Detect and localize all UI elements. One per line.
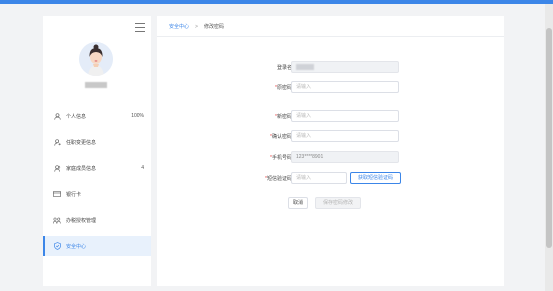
old-password-row: *原密码 bbox=[157, 81, 504, 93]
sidebar-nav: 个人信息 100% 任职变更信息 家庭成员信息 4 银行卡 办税授权管理 安全中… bbox=[43, 106, 151, 262]
sidebar-item-label: 安全中心 bbox=[66, 243, 87, 250]
new-password-row: *新密码 bbox=[157, 110, 504, 122]
sidebar-item-family[interactable]: 家庭成员信息 4 bbox=[43, 158, 151, 178]
completion-count: 100% bbox=[131, 113, 144, 119]
phone-row: *手机号码 123****8901 bbox=[157, 151, 504, 163]
old-password-label: *原密码 bbox=[275, 85, 292, 91]
authorization-icon bbox=[53, 217, 61, 224]
get-sms-code-button[interactable]: 获取短信验证码 bbox=[350, 172, 401, 184]
sidebar-item-label: 办税授权管理 bbox=[66, 217, 97, 224]
sidebar-item-security-center[interactable]: 安全中心 bbox=[43, 236, 151, 256]
sms-code-row: *短信验证码 获取短信验证码 bbox=[157, 172, 504, 184]
breadcrumb-security-center-link[interactable]: 安全中心 bbox=[169, 23, 189, 30]
sms-code-input[interactable] bbox=[291, 172, 347, 184]
new-password-input[interactable] bbox=[291, 110, 399, 122]
sidebar-item-label: 银行卡 bbox=[66, 191, 82, 198]
login-name-label: 登录名 bbox=[276, 65, 292, 71]
old-password-input[interactable] bbox=[291, 81, 399, 93]
breadcrumb-current: 修改密码 bbox=[203, 24, 224, 30]
sidebar-item-label: 个人信息 bbox=[66, 113, 87, 120]
login-name-field bbox=[291, 61, 399, 73]
breadcrumb: 安全中心 > 修改密码 bbox=[169, 23, 224, 31]
save-password-button[interactable]: 保存密码修改 bbox=[315, 197, 361, 209]
sms-code-label: *短信验证码 bbox=[265, 176, 292, 182]
shield-icon bbox=[53, 242, 61, 250]
new-password-label: *新密码 bbox=[275, 114, 292, 120]
confirm-password-input[interactable] bbox=[291, 130, 399, 142]
main-panel: 安全中心 > 修改密码 登录名 *原密码 *新密码 *确认密码 *手机号码 12… bbox=[157, 16, 504, 286]
user-icon bbox=[53, 112, 61, 120]
bank-card-icon bbox=[53, 191, 61, 197]
sidebar-item-job-change[interactable]: 任职变更信息 bbox=[43, 132, 151, 152]
family-count: 4 bbox=[141, 165, 144, 171]
confirm-password-row: *确认密码 bbox=[157, 130, 504, 142]
header-divider bbox=[157, 36, 504, 37]
page-scrollbar[interactable] bbox=[545, 4, 553, 291]
phone-label: *手机号码 bbox=[270, 155, 292, 161]
menu-list-icon[interactable] bbox=[135, 23, 145, 32]
avatar bbox=[79, 42, 113, 76]
phone-field: 123****8901 bbox=[291, 151, 399, 163]
sidebar-item-bank-card[interactable]: 银行卡 bbox=[43, 184, 151, 204]
cancel-button[interactable]: 取消 bbox=[288, 197, 308, 209]
chevron-right-icon: > bbox=[195, 23, 198, 30]
sidebar-item-tax-authorization[interactable]: 办税授权管理 bbox=[43, 210, 151, 230]
confirm-password-label: *确认密码 bbox=[270, 134, 292, 140]
sidebar-item-personal-info[interactable]: 个人信息 100% bbox=[43, 106, 151, 126]
sidebar-item-label: 任职变更信息 bbox=[66, 139, 97, 146]
sidebar-item-label: 家庭成员信息 bbox=[66, 165, 97, 172]
scrollbar-thumb[interactable] bbox=[546, 28, 552, 248]
family-icon bbox=[53, 164, 61, 172]
login-name-row: 登录名 bbox=[157, 61, 504, 73]
user-change-icon bbox=[53, 138, 61, 146]
username-redacted bbox=[85, 82, 107, 88]
top-accent-bar bbox=[0, 0, 553, 4]
sidebar: 个人信息 100% 任职变更信息 家庭成员信息 4 银行卡 办税授权管理 安全中… bbox=[43, 16, 151, 286]
login-name-redacted bbox=[296, 64, 314, 70]
